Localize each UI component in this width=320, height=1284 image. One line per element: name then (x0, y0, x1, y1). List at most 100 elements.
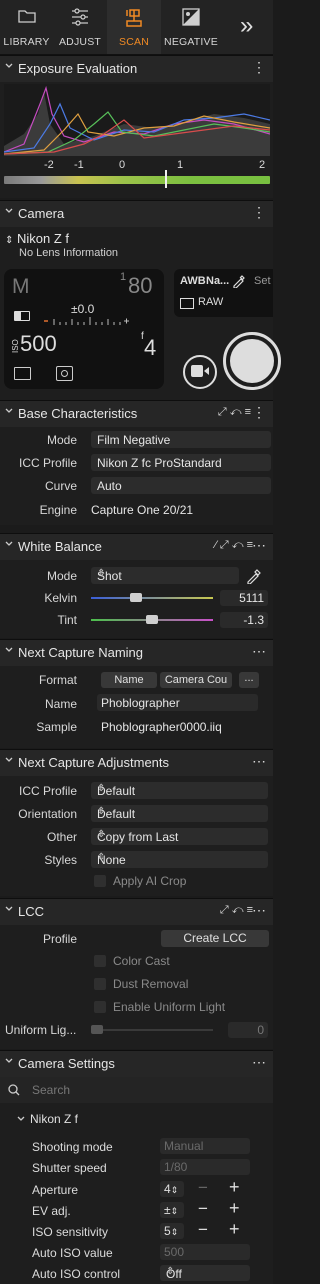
ev-minus-button[interactable]: − (198, 1199, 208, 1219)
chevron-down-icon (5, 408, 13, 413)
tab-scan[interactable]: SCAN (107, 0, 161, 54)
settings-search[interactable]: Search (0, 1077, 273, 1103)
more-icon[interactable]: ⋯ (252, 902, 267, 919)
kelvin-slider-handle[interactable] (129, 593, 142, 602)
settings-header[interactable]: Camera Settings ⋯ (0, 1050, 273, 1077)
tool-tabs: LIBRARY ADJUST SCAN NEGATIVE » (0, 0, 273, 55)
mode-value[interactable]: M (12, 275, 30, 299)
ev-plus-button[interactable]: + (229, 1198, 240, 1219)
create-lcc-button[interactable]: Create LCC (161, 930, 269, 947)
aspect-icon[interactable] (14, 367, 31, 380)
orientation-dropdown[interactable]: Default ⇕ (91, 805, 268, 822)
color-cast-checkbox[interactable] (94, 955, 106, 967)
more-icon[interactable]: ⋮ (252, 404, 267, 421)
uniform-light-slider-handle[interactable] (91, 1025, 103, 1034)
reset-icon[interactable]: ↶ (232, 904, 244, 916)
styles-dropdown[interactable]: None ⇕ (91, 851, 268, 868)
chevron-down-icon[interactable] (17, 1115, 25, 1123)
capture-button[interactable] (223, 332, 281, 390)
more-tabs-button[interactable]: » (240, 12, 253, 40)
adjust-panel: ICC Profile Default ⇕ Orientation Default… (0, 776, 273, 896)
name-input[interactable]: Phoblographer (97, 694, 258, 711)
iso-plus-button[interactable]: + (229, 1219, 240, 1240)
auto-icon[interactable]: ⁄ (215, 539, 217, 551)
aperture-minus-button[interactable]: − (198, 1178, 208, 1198)
curve-dropdown[interactable]: Auto (91, 477, 271, 494)
scan-camera-icon (126, 9, 142, 27)
dust-removal-label: Dust Removal (113, 977, 189, 991)
more-icon[interactable]: ⋮ (252, 204, 267, 221)
metering-icon[interactable] (56, 366, 73, 381)
ev-value[interactable]: ±0.0 (71, 302, 94, 316)
eyedropper-icon[interactable] (246, 568, 262, 584)
mode-label: Mode (46, 433, 77, 447)
wb-mode-dropdown[interactable]: Shot ⇕ (91, 567, 239, 584)
iso-value[interactable]: 500 (20, 331, 57, 357)
format-more-button[interactable]: ... (239, 672, 259, 688)
other-dropdown[interactable]: Copy from Last ⇕ (91, 828, 268, 845)
ai-crop-label: Apply AI Crop (113, 874, 187, 888)
reset-icon[interactable]: ↶ (232, 539, 244, 551)
menu-icon[interactable]: ≡ (245, 406, 251, 418)
name-token[interactable]: Name (101, 672, 157, 688)
more-icon[interactable]: ⋯ (252, 537, 267, 554)
aperture-value[interactable]: 4 (144, 335, 156, 361)
histogram (4, 84, 270, 156)
lcc-header[interactable]: LCC ⤢ ↶ ≡ ⋯ (0, 898, 273, 925)
uniform-light-slider[interactable] (91, 1029, 213, 1031)
kelvin-slider[interactable] (91, 597, 213, 599)
more-icon[interactable]: ⋯ (252, 643, 267, 660)
tab-adjust[interactable]: ADJUST (53, 0, 107, 54)
naming-header[interactable]: Next Capture Naming ⋯ (0, 639, 273, 666)
auto-iso-control-dropdown[interactable]: Off ⇕ (160, 1265, 250, 1281)
adj-icc-dropdown[interactable]: Default ⇕ (91, 782, 268, 799)
battery-icon (14, 311, 30, 321)
settings-group[interactable]: Nikon Z f (30, 1112, 78, 1126)
awb-icon[interactable]: AWB (180, 275, 206, 287)
updown-icon: ⇕ (97, 829, 106, 840)
file-format[interactable]: RAW (198, 296, 223, 308)
camera-model-select[interactable]: ⇕ Nikon Z f (5, 231, 69, 246)
ai-crop-checkbox[interactable] (94, 875, 106, 887)
expand-icon[interactable]: ⤢ (218, 406, 227, 418)
iso-select[interactable]: 5⇕ (160, 1223, 184, 1239)
tint-field[interactable]: -1.3 (220, 612, 268, 628)
iso-minus-button[interactable]: − (198, 1220, 208, 1240)
tab-library-label: LIBRARY (3, 36, 50, 48)
eyedropper-icon[interactable] (232, 274, 246, 288)
base-header[interactable]: Base Characteristics ⤢ ↶ ≡ ⋮ (0, 400, 273, 427)
camera-header[interactable]: Camera ⋮ (0, 200, 273, 227)
more-icon[interactable]: ⋯ (252, 753, 267, 770)
exposure-header[interactable]: Exposure Evaluation ⋮ (0, 55, 273, 82)
tab-negative[interactable]: NEGATIVE (161, 0, 221, 54)
camera-counter-token[interactable]: Camera Cou (160, 672, 232, 688)
name-label: Name (44, 697, 77, 711)
aperture-plus-button[interactable]: + (229, 1177, 240, 1198)
expand-icon[interactable]: ⤢ (220, 539, 229, 551)
ev-adj-select[interactable]: ±⇕ (160, 1202, 184, 1218)
uniform-light-field[interactable]: 0 (228, 1022, 268, 1038)
shutter-value[interactable]: 80 (128, 273, 152, 299)
search-input[interactable]: Search (32, 1083, 70, 1097)
wb-header[interactable]: White Balance ⁄ ⤢ ↶ ≡ ⋯ (0, 533, 273, 560)
icc-profile-dropdown[interactable]: Nikon Z fc ProStandard (91, 454, 271, 471)
wb-set-button[interactable]: Set (254, 275, 271, 287)
expand-icon[interactable]: ⤢ (220, 904, 229, 916)
record-video-button[interactable] (183, 355, 217, 389)
search-icon (8, 1084, 20, 1096)
uniform-light-checkbox[interactable] (94, 1001, 106, 1013)
tint-slider-handle[interactable] (146, 615, 158, 624)
dust-removal-checkbox[interactable] (94, 978, 106, 990)
wb-mode[interactable]: Na... (206, 275, 229, 287)
more-icon[interactable]: ⋯ (252, 1054, 267, 1071)
reset-icon[interactable]: ↶ (230, 406, 242, 418)
kelvin-field[interactable]: 5111 (220, 590, 268, 606)
wb-format-box: AWB Na... Set RAW (174, 269, 273, 317)
tab-library[interactable]: LIBRARY (0, 0, 53, 54)
more-icon[interactable]: ⋮ (252, 59, 267, 76)
aperture-select[interactable]: 4⇕ (160, 1181, 184, 1197)
mode-dropdown[interactable]: Film Negative (91, 431, 271, 448)
chevron-down-icon (5, 647, 13, 652)
updown-icon: ⇕ (97, 783, 106, 794)
adjust-header[interactable]: Next Capture Adjustments ⋯ (0, 749, 273, 776)
